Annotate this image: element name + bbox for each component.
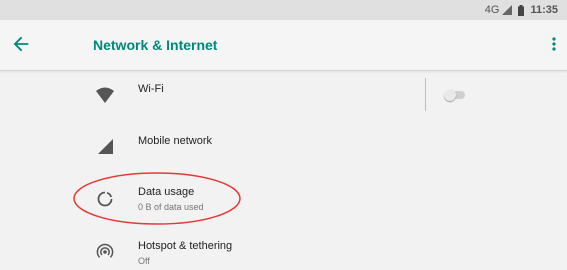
clock: 11:35 (530, 4, 558, 16)
list-item-hotspot[interactable]: Hotspot & tethering Off (0, 230, 567, 270)
hotspot-label: Hotspot & tethering (138, 240, 233, 252)
data-usage-label: Data usage (138, 186, 195, 198)
network-type-label: 4G (484, 4, 500, 16)
more-vert-icon[interactable] (547, 33, 561, 55)
mobile-network-label: Mobile network (138, 135, 212, 147)
wifi-label: Wi-Fi (138, 83, 164, 95)
wifi-icon (96, 87, 114, 103)
hotspot-summary: Off (138, 256, 150, 266)
arrow-back-icon[interactable] (10, 33, 32, 55)
toggle-thumb (444, 89, 456, 101)
hotspot-icon (96, 243, 114, 258)
data-usage-summary: 0 B of data used (138, 202, 204, 212)
app-bar: Network & Internet (0, 20, 567, 71)
page-title: Network & Internet (93, 37, 218, 53)
battery-icon (518, 4, 525, 16)
toggle-divider (425, 78, 426, 111)
list-item-mobile-network[interactable]: Mobile network (0, 118, 567, 168)
data-usage-icon (97, 191, 113, 207)
wifi-toggle[interactable] (444, 89, 466, 101)
list-item-data-usage[interactable]: Data usage 0 B of data used (0, 170, 567, 228)
signal-icon (502, 5, 513, 15)
status-bar: 4G 11:35 (0, 0, 567, 20)
list-item-wifi[interactable]: Wi-Fi (0, 72, 567, 118)
signal-icon (98, 139, 113, 154)
